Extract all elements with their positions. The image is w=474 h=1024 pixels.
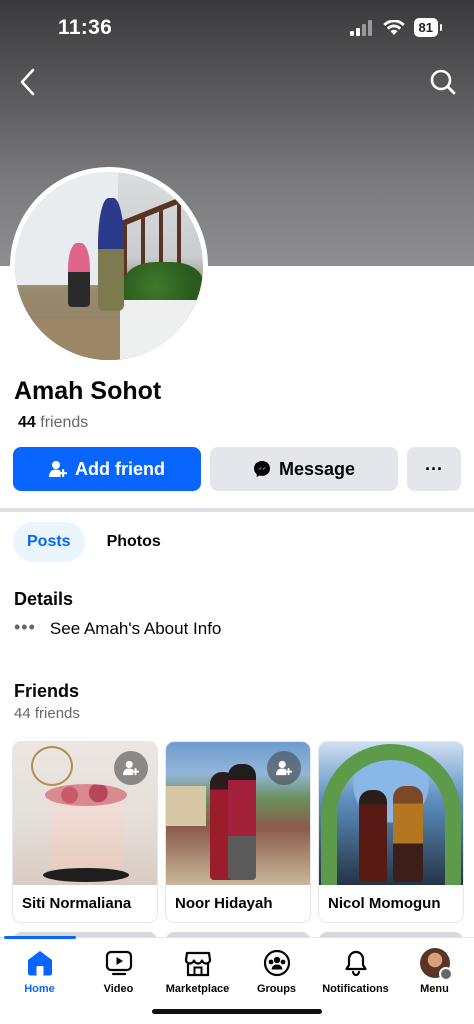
more-options-button[interactable]: ··· <box>407 447 461 491</box>
nav-notifications-label: Notifications <box>322 983 389 995</box>
tab-photos[interactable]: Photos <box>93 522 175 562</box>
add-friend-button[interactable]: Add friend <box>13 447 201 491</box>
about-info-label: See Amah's About Info <box>49 619 222 638</box>
details-heading: Details <box>14 589 74 609</box>
profile-avatar <box>419 948 453 981</box>
friends-count[interactable]: 44 friends <box>18 414 88 432</box>
more-options-icon: ··· <box>425 458 443 479</box>
bell-icon <box>341 948 371 978</box>
message-label: Message <box>278 458 356 479</box>
menu-badge-icon <box>438 967 453 981</box>
section-divider <box>0 508 474 512</box>
nav-video-label: Video <box>103 983 134 995</box>
battery-indicator: 81 <box>413 18 443 37</box>
home-icon <box>25 948 55 978</box>
video-icon <box>104 948 134 978</box>
friend-name: Nicol Momogun <box>328 895 441 912</box>
friend-card[interactable]: Nicol Momogun <box>319 742 463 922</box>
nav-notifications[interactable]: Notifications <box>316 938 395 1024</box>
marketplace-icon <box>183 948 213 978</box>
friends-grid: Siti Normaliana Noor Hidayah Nicol Momog… <box>13 742 463 922</box>
friends-heading: Friends <box>14 681 80 701</box>
add-friend-small-button[interactable] <box>114 751 148 785</box>
friends-count-number: 44 <box>18 414 36 431</box>
friend-name: Siti Normaliana <box>22 895 132 912</box>
nav-groups-label: Groups <box>256 983 297 995</box>
friend-card[interactable]: Noor Hidayah <box>166 742 310 922</box>
home-indicator <box>152 1009 322 1014</box>
friend-photo <box>166 742 310 885</box>
nav-menu[interactable]: Menu <box>395 938 474 1024</box>
add-friend-label: Add friend <box>75 458 165 479</box>
tab-posts[interactable]: Posts <box>13 522 85 562</box>
wifi-icon <box>382 19 405 35</box>
profile-tabs: Posts Photos <box>13 522 175 562</box>
status-bar: 11:36 81 <box>0 0 474 56</box>
search-icon <box>430 69 456 95</box>
nav-home[interactable]: Home <box>0 938 79 1024</box>
friends-count-word: friends <box>40 414 89 431</box>
search-button[interactable] <box>421 60 465 104</box>
add-friend-icon <box>49 461 67 477</box>
groups-icon <box>262 948 292 978</box>
profile-photo-image <box>15 172 203 360</box>
active-tab-indicator <box>4 936 76 939</box>
nav-home-label: Home <box>24 983 55 995</box>
more-dots-icon: ••• <box>14 616 36 637</box>
message-button[interactable]: Message <box>210 447 398 491</box>
friend-card[interactable]: Siti Normaliana <box>13 742 157 922</box>
back-button[interactable] <box>6 60 50 104</box>
status-time: 11:36 <box>58 16 113 39</box>
cellular-signal-icon <box>349 19 372 36</box>
add-friend-icon <box>276 760 292 776</box>
friends-subcount: 44 friends <box>14 705 80 722</box>
add-friend-small-button[interactable] <box>267 751 301 785</box>
profile-picture[interactable] <box>10 167 208 365</box>
friend-photo <box>13 742 157 885</box>
profile-name: Amah Sohot <box>14 377 162 405</box>
add-friend-icon <box>123 760 139 776</box>
profile-actions: Add friend Message ··· <box>13 447 461 491</box>
back-chevron-icon <box>20 68 35 96</box>
nav-video[interactable]: Video <box>79 938 158 1024</box>
status-icons: 81 <box>349 18 443 37</box>
messenger-icon <box>253 461 270 477</box>
friend-name: Noor Hidayah <box>175 895 273 912</box>
friend-photo <box>319 742 463 885</box>
nav-marketplace-label: Marketplace <box>165 983 230 995</box>
about-info-link[interactable]: ••• See Amah's About Info <box>14 616 222 639</box>
menu-avatar-image <box>419 948 453 981</box>
nav-menu-label: Menu <box>420 983 449 995</box>
